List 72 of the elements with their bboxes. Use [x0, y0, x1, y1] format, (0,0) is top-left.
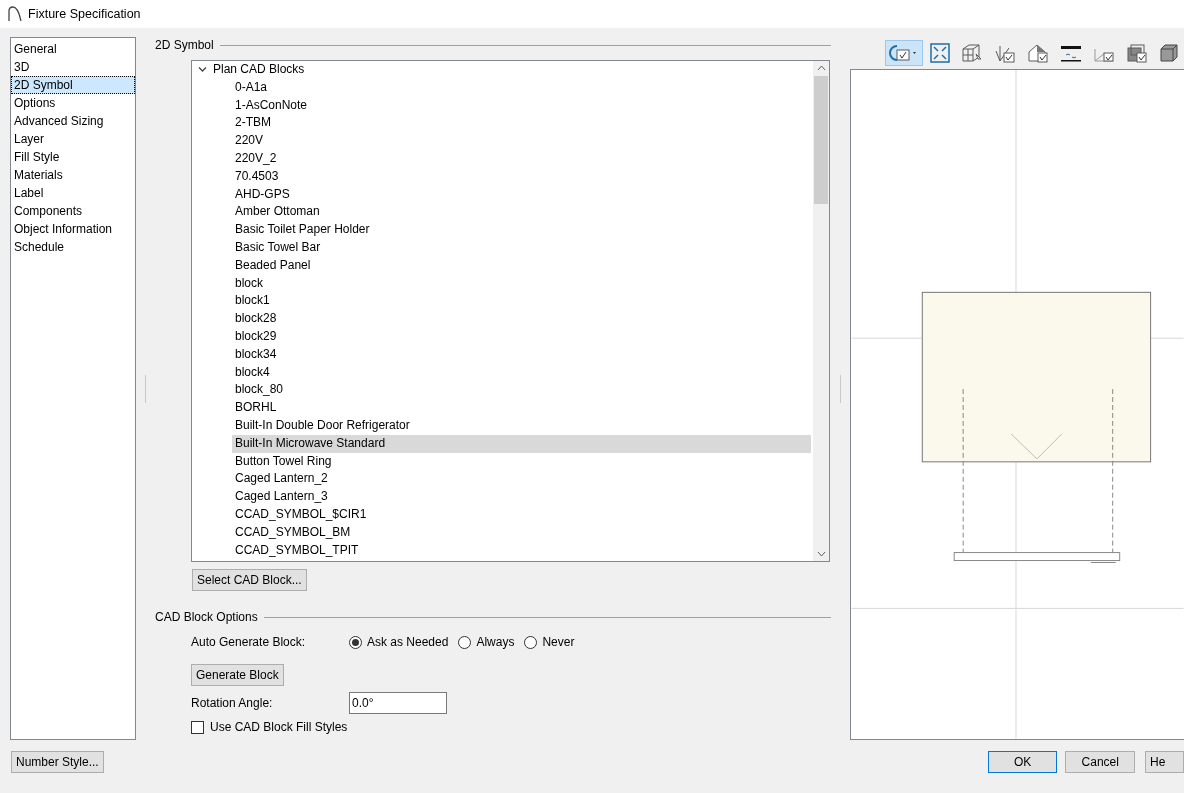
tree-item[interactable]: 220V: [232, 132, 811, 150]
chevron-icon[interactable]: [198, 65, 207, 75]
category-item[interactable]: 2D Symbol: [11, 76, 135, 94]
category-item[interactable]: Components: [11, 202, 135, 220]
category-item[interactable]: Fill Style: [11, 148, 135, 166]
tree-item[interactable]: 70.4503: [232, 167, 811, 186]
tree-item[interactable]: 0-A1a: [232, 78, 811, 97]
category-item[interactable]: Advanced Sizing: [11, 112, 135, 130]
app-logo-icon: [8, 6, 22, 22]
tree-item[interactable]: Caged Lantern_2: [232, 470, 811, 489]
category-item[interactable]: Label: [11, 184, 135, 202]
tree-item[interactable]: block1: [232, 292, 811, 311]
category-item[interactable]: Object Information: [11, 220, 135, 238]
checkbox-label: Use CAD Block Fill Styles: [210, 720, 348, 734]
tree-item[interactable]: 2-TBM: [232, 114, 811, 133]
tree-item[interactable]: block4: [232, 363, 811, 382]
category-item[interactable]: Schedule: [11, 238, 135, 256]
rotation-angle-label: Rotation Angle:: [191, 696, 274, 710]
radio-label: Always: [476, 635, 515, 649]
tree-item[interactable]: Basic Toilet Paper Holder: [232, 221, 811, 239]
checkbox[interactable]: [191, 720, 204, 734]
tree-item[interactable]: CCAD_SYMBOL_TPIT: [232, 541, 811, 560]
house-check-icon: [1027, 43, 1049, 63]
tree-item[interactable]: block29: [232, 327, 811, 346]
tree-item[interactable]: Amber Ottoman: [232, 203, 811, 222]
cube-cursor-icon: [961, 43, 983, 63]
tree-item[interactable]: block34: [232, 345, 811, 364]
radio-button[interactable]: [349, 635, 362, 649]
tree-item[interactable]: Button Towel Ring: [232, 452, 811, 471]
group-title: CAD Block Options: [155, 610, 258, 624]
category-item[interactable]: 3D: [11, 58, 135, 76]
tree-item[interactable]: CCAD_SYMBOL_BM: [232, 523, 811, 542]
help-button[interactable]: He: [1145, 751, 1184, 773]
tree-item[interactable]: Basic Towel Bar: [232, 238, 811, 257]
tree-item[interactable]: Beaded Panel: [232, 256, 811, 275]
rotate-view-icon: [889, 43, 919, 63]
radio-label: Ask as Needed: [367, 635, 449, 649]
select-cad-block-button[interactable]: Select CAD Block...: [192, 569, 307, 591]
cancel-button[interactable]: Cancel: [1065, 751, 1136, 773]
layers-check-icon: [1126, 43, 1148, 63]
window-title: Fixture Specification: [28, 7, 141, 21]
tree-item[interactable]: BORHL: [232, 399, 811, 417]
category-item[interactable]: Options: [11, 94, 135, 112]
radio-button[interactable]: [524, 635, 538, 649]
zoom-fit-icon: [930, 43, 950, 63]
tree-item[interactable]: block_80: [232, 381, 811, 400]
tree-item[interactable]: 220V_2: [232, 150, 811, 168]
tree-item[interactable]: CCAD_SYMBOL_$CIR1: [232, 505, 811, 524]
radio-label: Never: [542, 635, 575, 649]
cube-icon: [1159, 43, 1179, 63]
tree-item[interactable]: Built-In Double Door Refrigerator: [232, 416, 811, 435]
scrollbar[interactable]: [813, 61, 829, 561]
category-item[interactable]: General: [11, 40, 135, 58]
radio-button[interactable]: [458, 635, 472, 649]
axes-check-icon: [994, 43, 1016, 63]
rotation-angle-field[interactable]: 0.0°: [349, 692, 447, 714]
number-style-button[interactable]: Number Style...: [11, 751, 104, 773]
tree-item[interactable]: Built-In Microwave Standard: [232, 434, 811, 453]
tree-item[interactable]: block28: [232, 310, 811, 328]
scrollbar-thumb[interactable]: [814, 76, 828, 204]
category-item[interactable]: Materials: [11, 166, 135, 184]
group-title: 2D Symbol: [155, 38, 214, 52]
tree-item[interactable]: block: [232, 274, 811, 293]
ok-button[interactable]: OK: [987, 751, 1058, 773]
generate-block-button[interactable]: Generate Block: [191, 664, 284, 686]
flip-line-icon: [1060, 43, 1082, 63]
tree-node[interactable]: Plan CAD Blocks: [192, 61, 813, 79]
tree-item[interactable]: 1-AsConNote: [232, 96, 811, 115]
auto-generate-label: Auto Generate Block:: [191, 635, 307, 649]
tree-item[interactable]: Caged Lantern_3: [232, 488, 811, 506]
tree-item[interactable]: AHD-GPS: [232, 185, 811, 204]
category-item[interactable]: Layer: [11, 130, 135, 148]
